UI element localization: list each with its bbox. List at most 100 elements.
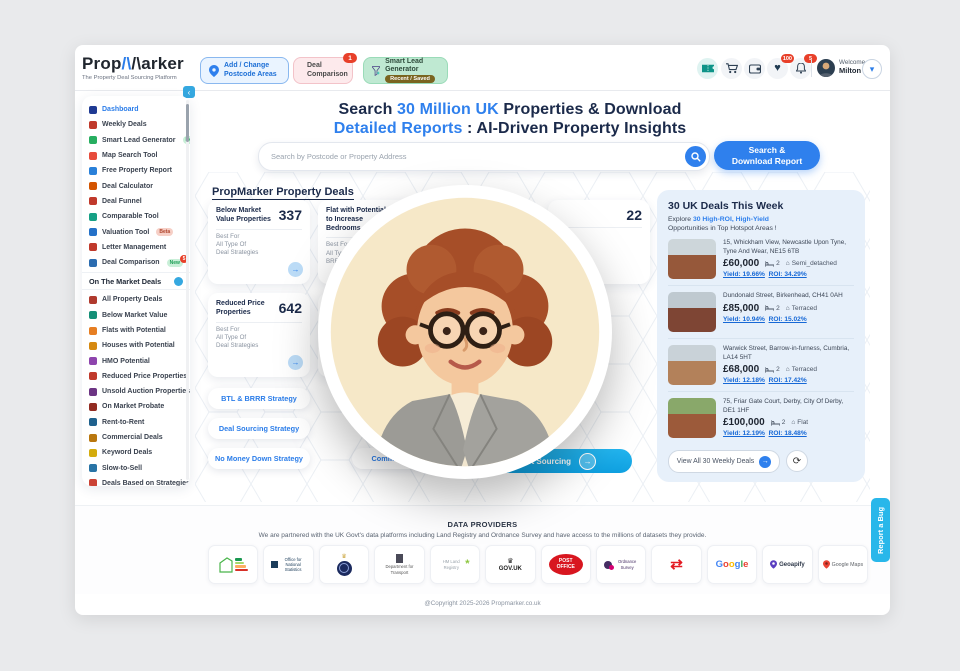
sidebar-item-slow-to-sell[interactable]: Slow-to-Sell (82, 461, 190, 476)
sidebar-collapse-button[interactable]: ‹ (183, 86, 195, 98)
sidebar-item-deals-strategies[interactable]: Deals Based on Strategies (82, 476, 190, 486)
property-search-bar[interactable] (258, 142, 710, 171)
card-arrow-button[interactable]: → (288, 262, 303, 277)
sidebar-item-valuation-tool[interactable]: Valuation ToolBeta (82, 224, 190, 239)
flats-icon (89, 327, 97, 335)
search-input[interactable] (259, 152, 685, 161)
search-download-report-button[interactable]: Search & Download Report (714, 141, 820, 170)
sidebar-item-hmo-potential[interactable]: HMO Potential (82, 353, 190, 368)
refresh-deals-button[interactable]: ⟳ (786, 450, 808, 472)
add-change-postcode-button[interactable]: Add / ChangePostcode Areas (200, 57, 289, 84)
report-bug-tab[interactable]: Report a Bug (871, 498, 890, 562)
app-logo[interactable]: Prop/\/\arker The Property Deal Sourcing… (82, 54, 184, 81)
roi-link[interactable]: ROI: 18.48% (769, 430, 807, 437)
sidebar-item-label: Reduced Price Properties (102, 373, 187, 380)
sidebar-item-flats-with-potential[interactable]: Flats with Potential (82, 323, 190, 338)
sidebar-item-label: Deal Calculator (102, 183, 153, 190)
sidebar-item-houses-with-potential[interactable]: Houses with Potential (82, 338, 190, 353)
listing-address: Warwick Street, Barrow-in-furness, Cumbr… (723, 345, 854, 362)
all-deals-icon (89, 296, 97, 304)
deal-card-bmv[interactable]: Below Market Value Properties337 Best Fo… (208, 200, 310, 284)
pill-label: Deal Sourcing Strategy (219, 424, 299, 433)
sidebar-section-on-the-market[interactable]: On The Market Deals (82, 272, 190, 290)
weekly-listing[interactable]: Dundonald Street, Birkenhead, CH41 0AH £… (668, 286, 854, 339)
sidebar-item-smart-lead-generator[interactable]: Smart Lead GeneratorNew (82, 133, 190, 148)
logo-text-prop: Prop (82, 54, 122, 73)
weekly-listing[interactable]: 75, Friar Gate Court, Derby, City Of Der… (668, 392, 854, 444)
hero-line1-c: Properties & Download (499, 101, 682, 118)
geoapify-pin-icon (770, 560, 777, 569)
yield-link[interactable]: Yield: 12.18% (723, 377, 765, 384)
yield-link[interactable]: Yield: 19.66% (723, 271, 765, 278)
calculator-icon (89, 182, 97, 190)
report-icon (89, 167, 97, 175)
deal-card-reduced-price[interactable]: Reduced Price Properties642 Best ForAll … (208, 293, 310, 377)
strategy-pill-btl-brrr[interactable]: BTL & BRRR Strategy (208, 388, 310, 409)
sidebar-item-keyword-deals[interactable]: Keyword Deals (82, 445, 190, 460)
sidebar-item-label: Unsold Auction Properties (102, 388, 190, 395)
hero-line2-b: : AI-Driven Property Insights (462, 120, 686, 137)
funnel-icon (89, 197, 97, 205)
pill-label: BTL & BRRR Strategy (221, 394, 297, 403)
listing-type: ⌂Terraced (786, 366, 817, 373)
scrollbar-thumb[interactable] (186, 104, 189, 142)
deal-card-title: Reduced Price Properties (216, 300, 276, 318)
sidebar-item-map-search-tool[interactable]: Map Search Tool (82, 148, 190, 163)
sidebar-item-unsold-auction[interactable]: Unsold Auction Properties (82, 384, 190, 399)
epc-logo (208, 545, 258, 584)
card-arrow-button[interactable]: → (288, 355, 303, 370)
sidebar-item-dashboard[interactable]: Dashboard (82, 102, 190, 117)
user-avatar[interactable] (817, 59, 835, 77)
bed-icon (765, 367, 774, 373)
sidebar-item-free-property-report[interactable]: Free Property Report (82, 163, 190, 178)
sidebar-item-commercial-deals[interactable]: Commercial Deals (82, 430, 190, 445)
sidebar-item-deal-calculator[interactable]: Deal Calculator (82, 178, 190, 193)
arrow-right-icon: → (292, 358, 300, 367)
view-all-label: View All 30 Weekly Deals (677, 458, 755, 465)
weekly-listing[interactable]: Warwick Street, Barrow-in-furness, Cumbr… (668, 339, 854, 392)
listing-price: £60,000 (723, 258, 759, 269)
sidebar-scrollbar[interactable] (186, 100, 189, 480)
tickets-icon[interactable] (697, 58, 718, 79)
deal-comparison-button[interactable]: DealComparison 1 (293, 57, 353, 84)
weekly-deals-subtitle: Explore 30 High-ROI, High-YieldOpportuni… (668, 215, 854, 233)
roi-link[interactable]: ROI: 34.29% (769, 271, 807, 278)
sidebar-item-label: Flats with Potential (102, 327, 166, 334)
strategy-pill-deal-sourcing[interactable]: Deal Sourcing Strategy (208, 418, 310, 439)
yield-link[interactable]: Yield: 10.94% (723, 316, 765, 323)
collapse-chevron-icon: ‹ (188, 88, 191, 97)
listing-beds: 2 (765, 366, 780, 373)
roi-link[interactable]: ROI: 17.42% (769, 377, 807, 384)
cart-icon[interactable] (721, 58, 742, 79)
sidebar-item-all-property-deals[interactable]: All Property Deals (82, 292, 190, 307)
smart-lead-generator-button[interactable]: Smart Lead GeneratorRecent / Saved (363, 57, 448, 84)
cta-line1: Search & (714, 145, 820, 155)
section-toggle-icon[interactable] (174, 277, 183, 286)
favorites-heart-icon[interactable]: ♥ 100 (767, 58, 788, 79)
sidebar-item-letter-management[interactable]: Letter Management (82, 240, 190, 255)
sidebar-item-deal-funnel[interactable]: Deal Funnel (82, 194, 190, 209)
search-submit-button[interactable] (685, 146, 706, 167)
sidebar-item-deal-comparison[interactable]: Deal ComparisonNew5 (82, 255, 190, 270)
notifications-bell-icon[interactable]: 5 (790, 58, 811, 79)
deal-comparison-line2: Comparison (307, 71, 348, 79)
sidebar-item-weekly-deals[interactable]: Weekly Deals (82, 117, 190, 132)
sidebar-item-rent-to-rent[interactable]: Rent-to-Rent (82, 415, 190, 430)
wallet-icon[interactable] (744, 58, 765, 79)
roi-link[interactable]: ROI: 15.02% (769, 316, 807, 323)
view-all-weekly-deals-button[interactable]: View All 30 Weekly Deals → (668, 450, 780, 473)
sidebar-item-reduced-price[interactable]: Reduced Price Properties (82, 369, 190, 384)
sidebar-item-below-market-value[interactable]: Below Market Value (82, 308, 190, 323)
deal-card-count: 22 (626, 207, 642, 223)
sidebar-item-on-market-probate[interactable]: On Market Probate (82, 399, 190, 414)
sidebar-item-comparable-tool[interactable]: Comparable Tool (82, 209, 190, 224)
account-menu-chevron[interactable]: ▾ (862, 59, 882, 79)
deal-card-title: Below Market Value Properties (216, 207, 276, 225)
cta-line2: Download Report (714, 156, 820, 166)
weekly-listing[interactable]: 15, Whickham View, Newcastle Upon Tyne, … (668, 233, 854, 286)
refresh-icon: ⟳ (793, 456, 801, 467)
strategy-pill-no-money-down[interactable]: No Money Down Strategy (208, 448, 310, 469)
yield-link[interactable]: Yield: 12.19% (723, 430, 765, 437)
deal-card-count: 642 (279, 300, 302, 318)
listing-price: £85,000 (723, 303, 759, 314)
